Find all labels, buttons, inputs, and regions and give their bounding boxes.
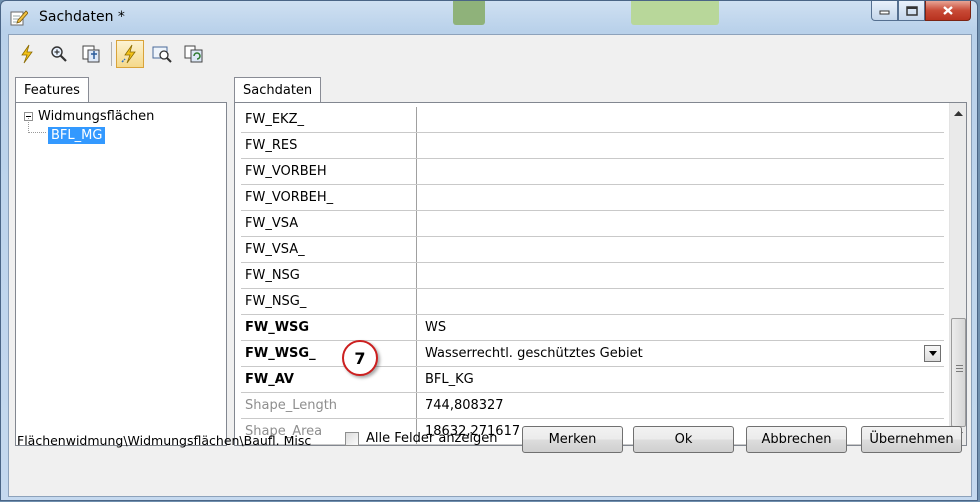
toolbar [13, 39, 212, 69]
arrow-up-icon [954, 110, 963, 116]
feature-path: Flächenwidmung\Widmungsflächen\Baufl. Mi… [17, 433, 312, 448]
field-value-cell[interactable] [418, 211, 944, 236]
field-value-cell[interactable] [418, 289, 944, 314]
scroll-thumb[interactable] [951, 318, 966, 427]
field-name-cell: FW_AV [241, 367, 417, 392]
grid-row[interactable]: FW_RES [241, 133, 944, 159]
field-name-cell: FW_VSA [241, 211, 417, 236]
field-name-cell: FW_NSG_ [241, 289, 417, 314]
grid-row[interactable]: FW_VSA [241, 211, 944, 237]
toolbar-separator [111, 42, 112, 66]
maximize-button[interactable] [898, 1, 925, 21]
refresh-button[interactable] [180, 40, 208, 68]
identify-flash-icon [121, 44, 136, 64]
grid-row[interactable]: Shape_Length 744,808327 [241, 393, 944, 419]
grid-row[interactable]: FW_EKZ_ [241, 107, 944, 133]
vertical-scrollbar[interactable] [949, 103, 966, 445]
dialog-client-area: Features Widmungsflächen BFL_MG Sachdate… [8, 34, 972, 497]
window-title: Sachdaten * [39, 9, 125, 25]
tab-features[interactable]: Features [15, 77, 89, 103]
pan-to-icon [82, 45, 100, 63]
field-value-cell[interactable] [418, 107, 944, 132]
grip-line [956, 371, 963, 372]
field-name-cell: FW_VORBEH [241, 159, 417, 184]
field-name-cell: FW_VSA_ [241, 237, 417, 262]
field-name-cell: FW_RES [241, 133, 417, 158]
zoom-to-icon [51, 46, 67, 62]
grip-line [956, 368, 963, 369]
grid-row[interactable]: FW_NSG [241, 263, 944, 289]
abbrechen-button[interactable]: Abbrechen [746, 426, 847, 453]
title-bar[interactable]: Sachdaten * [1, 1, 977, 33]
dropdown-button[interactable] [924, 345, 941, 362]
field-value-text: BFL_KG [425, 372, 474, 387]
tree-node-label: Widmungsflächen [38, 109, 155, 124]
field-value-cell[interactable] [418, 133, 944, 158]
ok-button[interactable]: Ok [633, 426, 734, 453]
select-feature-button[interactable] [148, 40, 176, 68]
tree-node-label-selected: BFL_MG [48, 127, 106, 144]
field-value-cell[interactable]: 744,808327 [418, 393, 944, 418]
grid-row[interactable]: FW_VSA_ [241, 237, 944, 263]
select-feature-icon [152, 46, 172, 63]
field-value-cell[interactable] [418, 159, 944, 184]
refresh-icon [184, 45, 203, 63]
tab-sachdaten[interactable]: Sachdaten [234, 77, 322, 103]
flash-button[interactable] [13, 40, 41, 68]
callout-marker: 7 [342, 340, 378, 376]
grip-line [956, 365, 963, 366]
alle-felder-checkbox-row[interactable]: Alle Felder anzeigen [345, 431, 497, 446]
field-name-cell: FW_NSG [241, 263, 417, 288]
sachdaten-window: Sachdaten * Features Widmungsflächen BFL… [0, 0, 978, 501]
minimize-button[interactable] [871, 1, 898, 21]
pan-to-button[interactable] [77, 40, 105, 68]
features-tree: Widmungsflächen BFL_MG [15, 102, 227, 446]
minimize-icon [879, 10, 890, 15]
grid-row[interactable]: FW_VORBEH_ [241, 185, 944, 211]
field-value-cell[interactable]: WS [418, 315, 944, 340]
grid-row[interactable]: FW_WSG WS [241, 315, 944, 341]
merken-button[interactable]: Merken [522, 426, 623, 453]
close-icon [943, 6, 953, 15]
field-value-text: 744,808327 [425, 398, 504, 413]
window-controls [871, 1, 971, 22]
checkbox-label: Alle Felder anzeigen [366, 431, 498, 446]
field-name-cell: FW_VORBEH_ [241, 185, 417, 210]
field-name-cell: FW_WSG_ [241, 341, 417, 366]
field-value-combobox[interactable]: Wasserrechtl. geschütztes Gebiet [418, 341, 944, 366]
edit-document-icon [10, 10, 28, 26]
flash-icon [21, 44, 33, 64]
field-value-text: Wasserrechtl. geschütztes Gebiet [425, 346, 643, 361]
field-value-text: WS [425, 320, 447, 335]
field-value-cell[interactable]: BFL_KG [418, 367, 944, 392]
tree-connector [28, 118, 46, 133]
grid-row[interactable]: FW_NSG_ [241, 289, 944, 315]
sachdaten-grid-panel: FW_EKZ_ FW_RES FW_VORBEH FW_VORBEH_ FW_VSA FW… [234, 102, 967, 446]
field-name-cell: FW_WSG [241, 315, 417, 340]
identify-flash-button[interactable] [116, 40, 144, 68]
field-name-cell: FW_EKZ_ [241, 107, 417, 132]
tree-node-bfl-mg[interactable]: BFL_MG [48, 127, 106, 144]
zoom-to-button[interactable] [45, 40, 73, 68]
grid-row[interactable]: FW_VORBEH [241, 159, 944, 185]
chevron-down-icon [928, 351, 937, 356]
field-value-cell[interactable] [418, 263, 944, 288]
field-name-cell: Shape_Length [241, 393, 417, 418]
field-value-cell[interactable] [418, 185, 944, 210]
uebernehmen-button[interactable]: Übernehmen [861, 426, 962, 453]
scroll-up-button[interactable] [950, 105, 967, 122]
maximize-icon [905, 5, 918, 16]
field-value-cell[interactable] [418, 237, 944, 262]
close-button[interactable] [925, 1, 971, 21]
alle-felder-checkbox[interactable] [345, 431, 359, 446]
